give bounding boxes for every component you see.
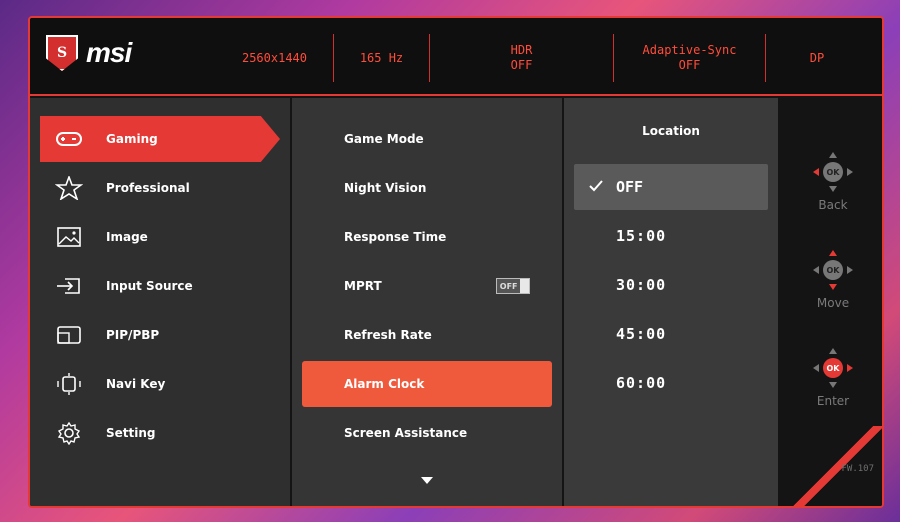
joystick-back-icon: OK bbox=[809, 148, 857, 196]
category-input-source[interactable]: Input Source bbox=[40, 263, 280, 309]
pip-icon bbox=[54, 322, 84, 348]
check-icon bbox=[589, 180, 603, 192]
msi-shield-icon: S bbox=[46, 35, 78, 71]
nav-label: Move bbox=[816, 296, 850, 310]
scroll-down-icon[interactable] bbox=[421, 477, 433, 484]
menu-label: Refresh Rate bbox=[344, 328, 432, 342]
status-strip: 2560x1440 165 Hz HDR OFF Adaptive-Sync O… bbox=[216, 34, 882, 82]
category-label: Image bbox=[106, 230, 148, 244]
msi-logo: S msi bbox=[46, 28, 216, 78]
menu-mprt[interactable]: MPRT OFF bbox=[302, 263, 552, 309]
category-label: Professional bbox=[106, 181, 190, 195]
menu-label: Alarm Clock bbox=[344, 377, 425, 391]
nav-label: Enter bbox=[816, 394, 850, 408]
category-gaming[interactable]: Gaming bbox=[40, 116, 280, 162]
resolution-status: 2560x1440 bbox=[216, 34, 334, 82]
image-icon bbox=[54, 224, 84, 250]
mprt-toggle[interactable]: OFF bbox=[496, 278, 530, 294]
joystick-enter-icon: OK bbox=[809, 344, 857, 392]
menu-label: Response Time bbox=[344, 230, 447, 244]
menu-refresh-rate[interactable]: Refresh Rate bbox=[302, 312, 552, 358]
value-45[interactable]: 45:00 bbox=[574, 311, 768, 357]
refresh-status: 165 Hz bbox=[334, 34, 430, 82]
ok-label: OK bbox=[827, 168, 841, 177]
nav-hint-column: OK Back OK Move OK Enter FW.107 bbox=[780, 98, 882, 506]
menu-label: MPRT bbox=[344, 279, 382, 293]
value-column: Location OFF 15:00 30:00 45:00 60:00 bbox=[564, 98, 778, 506]
hdr-status: HDR OFF bbox=[430, 34, 614, 82]
gear-icon bbox=[54, 420, 84, 446]
category-label: Input Source bbox=[106, 279, 193, 293]
menu-alarm-clock[interactable]: Alarm Clock bbox=[302, 361, 552, 407]
nav-move: OK Move bbox=[780, 246, 882, 310]
value-15[interactable]: 15:00 bbox=[574, 213, 768, 259]
firmware-version: FW.107 bbox=[841, 464, 874, 474]
input-source-icon bbox=[54, 273, 84, 299]
category-column: Gaming Professional Image Input Source P… bbox=[30, 98, 290, 506]
value-60[interactable]: 60:00 bbox=[574, 360, 768, 406]
nav-label: Back bbox=[818, 198, 848, 212]
value-label: OFF bbox=[616, 178, 644, 196]
menu-game-mode[interactable]: Game Mode bbox=[302, 116, 552, 162]
joystick-move-icon: OK bbox=[809, 246, 857, 294]
value-label: 30:00 bbox=[616, 276, 667, 294]
menu-label: Game Mode bbox=[344, 132, 424, 146]
adaptive-sync-status: Adaptive-Sync OFF bbox=[614, 34, 766, 82]
ok-label: OK bbox=[827, 364, 841, 373]
value-30[interactable]: 30:00 bbox=[574, 262, 768, 308]
category-setting[interactable]: Setting bbox=[40, 410, 280, 456]
menu-response-time[interactable]: Response Time bbox=[302, 214, 552, 260]
menu-column: Game Mode Night Vision Response Time MPR… bbox=[292, 98, 562, 506]
category-label: Navi Key bbox=[106, 377, 166, 391]
category-label: Setting bbox=[106, 426, 156, 440]
menu-label: Screen Assistance bbox=[344, 426, 468, 440]
osd-window: S msi 2560x1440 165 Hz HDR OFF Adaptive-… bbox=[28, 16, 884, 508]
value-label: 45:00 bbox=[616, 325, 667, 343]
value-off[interactable]: OFF bbox=[574, 164, 768, 210]
navi-key-icon bbox=[54, 371, 84, 397]
category-label: Gaming bbox=[106, 132, 158, 146]
gamepad-icon bbox=[54, 126, 84, 152]
nav-back: OK Back bbox=[780, 148, 882, 212]
menu-night-vision[interactable]: Night Vision bbox=[302, 165, 552, 211]
value-label: 15:00 bbox=[616, 227, 667, 245]
star-icon bbox=[54, 175, 84, 201]
brand-logo-text: msi bbox=[86, 37, 132, 68]
value-header: Location bbox=[642, 124, 700, 138]
header-bar: S msi 2560x1440 165 Hz HDR OFF Adaptive-… bbox=[30, 18, 882, 96]
category-navi-key[interactable]: Navi Key bbox=[40, 361, 280, 407]
port-status: DP bbox=[809, 50, 825, 65]
menu-screen-assistance[interactable]: Screen Assistance bbox=[302, 410, 552, 456]
toggle-state: OFF bbox=[497, 279, 521, 293]
ok-label: OK bbox=[827, 266, 841, 275]
category-image[interactable]: Image bbox=[40, 214, 280, 260]
menu-label: Night Vision bbox=[344, 181, 427, 195]
category-label: PIP/PBP bbox=[106, 328, 160, 342]
toggle-knob bbox=[520, 279, 529, 293]
category-pip-pbp[interactable]: PIP/PBP bbox=[40, 312, 280, 358]
value-label: 60:00 bbox=[616, 374, 667, 392]
nav-enter: OK Enter bbox=[780, 344, 882, 408]
category-professional[interactable]: Professional bbox=[40, 165, 280, 211]
